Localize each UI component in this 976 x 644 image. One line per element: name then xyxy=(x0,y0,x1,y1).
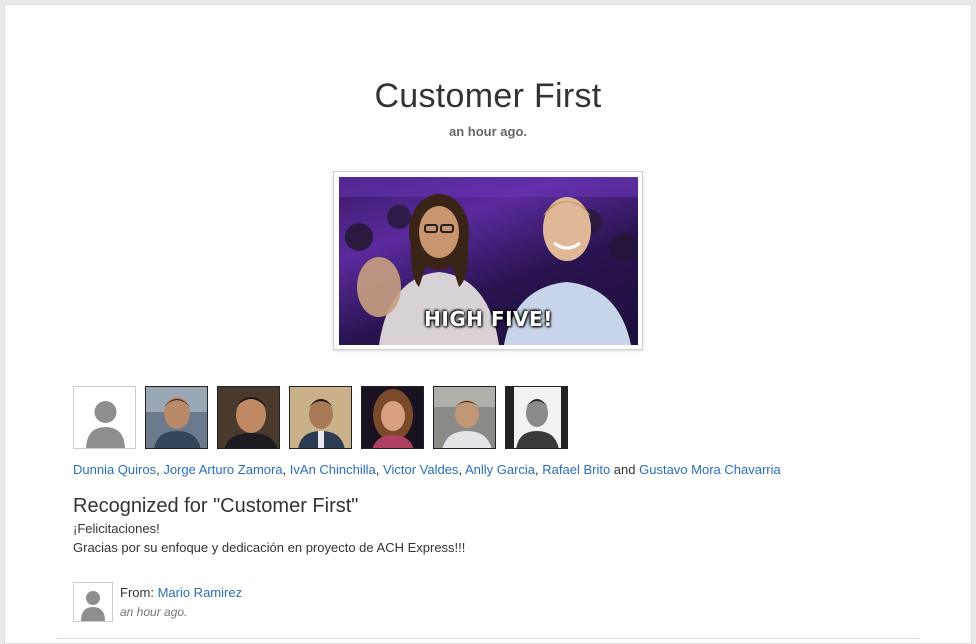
separator-and: and xyxy=(610,462,640,477)
separator: , xyxy=(375,462,384,477)
photo-avatar-icon xyxy=(290,387,351,448)
post-timestamp: an hour ago. xyxy=(449,124,527,139)
avatar-anlly-garcia[interactable] xyxy=(361,386,424,449)
sender-avatar[interactable] xyxy=(73,582,113,622)
recipient-avatars xyxy=(73,386,568,449)
separator: , xyxy=(282,462,290,477)
recipient-link-jorge-arturo-zamora[interactable]: Jorge Arturo Zamora xyxy=(163,462,282,477)
sender-link[interactable]: Mario Ramirez xyxy=(158,585,243,600)
recognition-heading: Recognized for "Customer First" xyxy=(73,495,359,517)
placeholder-avatar-icon xyxy=(86,401,125,448)
photo-avatar-icon xyxy=(146,387,207,448)
recognition-card: Customer First an hour ago. HIGH FIVE! D… xyxy=(4,4,972,644)
recipient-link-anlly-garcia[interactable]: Anlly Garcia xyxy=(465,462,535,477)
avatar-jorge-arturo-zamora[interactable] xyxy=(145,386,208,449)
message-line-2: Gracias por su enfoque y dedicación en p… xyxy=(73,540,466,555)
avatar-gustavo-mora-chavarria[interactable] xyxy=(505,386,568,449)
recipient-link-victor-valdes[interactable]: Victor Valdes xyxy=(383,462,458,477)
recognition-message: ¡Felicitaciones! Gracias por su enfoque … xyxy=(73,519,465,557)
photo-avatar-icon xyxy=(506,387,567,448)
recipient-link-gustavo-mora-chavarria[interactable]: Gustavo Mora Chavarria xyxy=(639,462,781,477)
message-line-1: ¡Felicitaciones! xyxy=(73,521,160,536)
gif-frame: HIGH FIVE! xyxy=(333,171,643,350)
gif-caption: HIGH FIVE! xyxy=(424,307,553,331)
avatar-dunnia-quiros[interactable] xyxy=(73,386,136,449)
sender-line: From: Mario Ramirez xyxy=(120,585,242,600)
recipient-link-ivan-chinchilla[interactable]: IvAn Chinchilla xyxy=(290,462,376,477)
avatar-victor-valdes[interactable] xyxy=(289,386,352,449)
avatar-rafael-brito[interactable] xyxy=(433,386,496,449)
photo-avatar-icon xyxy=(362,387,423,448)
sender-timestamp: an hour ago. xyxy=(120,605,188,619)
post-title: Customer First xyxy=(374,77,602,115)
divider xyxy=(57,638,919,639)
from-label: From: xyxy=(120,585,158,600)
avatar-ivan-chinchilla[interactable] xyxy=(217,386,280,449)
photo-avatar-icon xyxy=(218,387,279,448)
recipient-link-rafael-brito[interactable]: Rafael Brito xyxy=(542,462,610,477)
recipient-link-dunnia-quiros[interactable]: Dunnia Quiros xyxy=(73,462,156,477)
recipient-names: Dunnia Quiros, Jorge Arturo Zamora, IvAn… xyxy=(73,462,781,477)
placeholder-avatar-icon xyxy=(81,591,105,621)
photo-avatar-icon xyxy=(434,387,495,448)
high-five-gif[interactable]: HIGH FIVE! xyxy=(339,177,638,345)
